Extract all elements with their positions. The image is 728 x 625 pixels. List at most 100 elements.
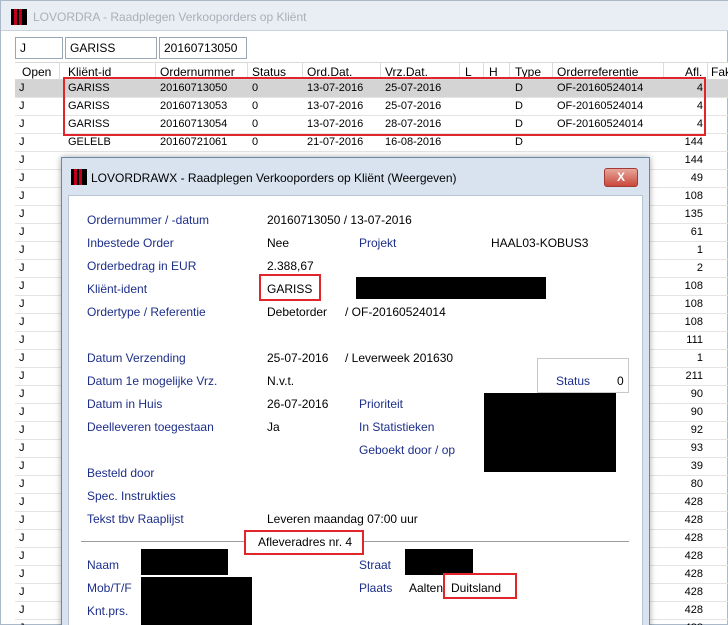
cell-open: J [19, 208, 25, 220]
cell-open: J [19, 352, 25, 364]
cell-afl: 428 [684, 550, 703, 562]
datum-verzending-label: Datum Verzending [87, 351, 186, 365]
cell-afl: 144 [684, 136, 703, 148]
mob-label: Mob/T/F [87, 581, 132, 595]
cell-afl: 2 [696, 262, 703, 274]
cell-open: J [19, 226, 25, 238]
plaats-value: Aalten [409, 581, 444, 595]
cell-afl: 108 [684, 298, 703, 310]
cell-afl: 1 [696, 244, 703, 256]
cell-open: J [19, 604, 25, 616]
cell-afl: 1 [696, 352, 703, 364]
geboekt-label: Geboekt door / op [359, 443, 456, 457]
cell-afl: 93 [690, 442, 703, 454]
app-icon [11, 9, 27, 25]
besteld-label: Besteld door [87, 466, 155, 480]
datum-huis-value: 26-07-2016 [267, 397, 329, 411]
inbestede-value: Nee [267, 236, 290, 250]
cell-open: J [19, 568, 25, 580]
land-value: Duitsland [451, 581, 502, 595]
dialog-content: Ordernummer / -datum 20160713050 / 13-07… [68, 195, 643, 625]
cell-open: J [19, 586, 25, 598]
search-open-field[interactable]: J [15, 37, 63, 59]
cell-afl: 428 [684, 604, 703, 616]
cell-afl: 90 [690, 388, 703, 400]
order-detail-dialog: LOVORDRAWX - Raadplegen Verkooporders op… [61, 157, 650, 625]
search-order-field[interactable]: 20160713050 [159, 37, 247, 59]
redacted-booking-info [484, 393, 616, 472]
cell-open: J [19, 478, 25, 490]
cell-type: D [515, 136, 523, 148]
orderbedrag-label: Orderbedrag in EUR [87, 259, 197, 273]
cell-open: J [19, 514, 25, 526]
ordernummer-value: 20160713050 / 13-07-2016 [267, 213, 412, 227]
redacted-client-name [356, 277, 546, 299]
projekt-value: HAAL03-KOBUS3 [491, 236, 589, 250]
search-client-field[interactable]: GARISS [65, 37, 157, 59]
background-window-title: LOVORDRA - Raadplegen Verkooporders op K… [33, 10, 307, 24]
klient-highlight [259, 274, 321, 301]
cell-vrzdat: 16-08-2016 [385, 136, 442, 148]
cell-afl: 49 [690, 172, 703, 184]
cell-orddat: 21-07-2016 [307, 136, 364, 148]
cell-open: J [19, 424, 25, 436]
deelleveren-label: Deelleveren toegestaan [87, 420, 214, 434]
cell-afl: 211 [685, 370, 703, 382]
cell-open: J [19, 370, 25, 382]
datum-1e-label: Datum 1e mogelijke Vrz. [87, 374, 218, 388]
status-label: Status [556, 374, 591, 388]
cell-afl: 428 [684, 532, 703, 544]
redacted-naam [141, 549, 228, 575]
close-icon: X [616, 170, 625, 184]
cell-open: J [19, 334, 25, 346]
spec-label: Spec. Instrukties [87, 489, 176, 503]
cell-afl: 108 [684, 316, 703, 328]
datum-verzending-value: 25-07-2016 [267, 351, 329, 365]
cell-open: J [19, 406, 25, 418]
cell-open: J [19, 100, 25, 112]
cell-open: J [19, 388, 25, 400]
cell-afl: 428 [684, 514, 703, 526]
cell-afl: 39 [690, 460, 703, 472]
deelleveren-value: Ja [267, 420, 280, 434]
column-header-open[interactable]: Open [22, 65, 51, 79]
table-row[interactable]: J GELELB 20160721061 0 21-07-2016 16-08-2016 D… [15, 134, 728, 152]
cell-open: J [19, 550, 25, 562]
ordertype-value: Debetorder [267, 305, 328, 319]
cell-afl: 90 [690, 406, 703, 418]
statistieken-label: In Statistieken [359, 420, 435, 434]
cell-open: J [19, 532, 25, 544]
redacted-straat [405, 549, 473, 575]
cell-open: J [19, 496, 25, 508]
straat-label: Straat [359, 558, 392, 572]
cell-open: J [19, 280, 25, 292]
status-value: 0 [617, 374, 624, 388]
cell-status: 0 [252, 136, 259, 148]
cell-open: J [19, 172, 25, 184]
cell-open: J [19, 262, 25, 274]
cell-order: 20160721061 [160, 136, 228, 148]
dialog-titlebar: LOVORDRAWX - Raadplegen Verkooporders op… [62, 158, 649, 195]
column-header-fak[interactable]: Fak [711, 65, 728, 79]
ordertype-label: Ordertype / Referentie [87, 305, 206, 319]
prioriteit-label: Prioriteit [359, 397, 404, 411]
cell-afl: 108 [684, 190, 703, 202]
datum-1e-value: N.v.t. [267, 374, 295, 388]
ordernummer-label: Ordernummer / -datum [87, 213, 210, 227]
selected-orders-highlight [63, 77, 706, 136]
inbestede-label: Inbestede Order [87, 236, 174, 250]
cell-afl: 92 [690, 424, 703, 436]
referentie-value: / OF-20160524014 [345, 305, 446, 319]
orderbedrag-value: 2.388,67 [267, 259, 314, 273]
cell-open: J [19, 316, 25, 328]
close-button[interactable]: X [604, 168, 638, 187]
cell-afl: 111 [686, 334, 703, 346]
klient-label: Kliënt-ident [87, 282, 148, 296]
kntprs-label: Knt.prs. [87, 604, 129, 618]
cell-open: J [19, 244, 25, 256]
cell-open: J [19, 460, 25, 472]
cell-client: GELELB [68, 136, 111, 148]
cell-afl: 428 [684, 496, 703, 508]
tekst-value: Leveren maandag 07:00 uur [267, 512, 418, 526]
cell-afl: 108 [684, 280, 703, 292]
